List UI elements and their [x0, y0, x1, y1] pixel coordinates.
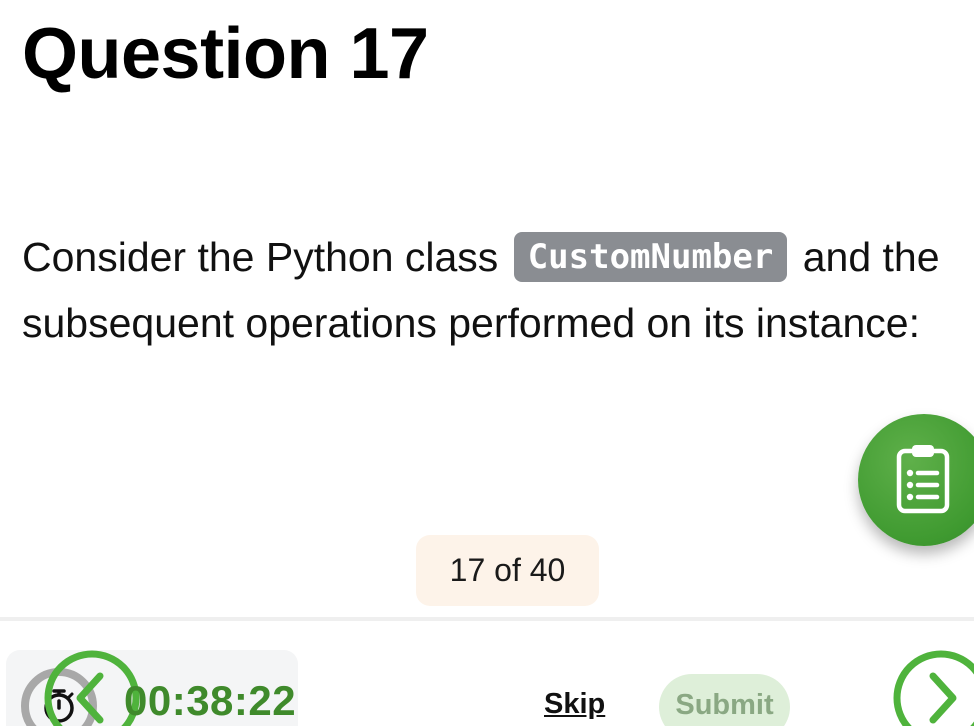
footer-divider — [0, 617, 974, 621]
quiz-page: Question 17 Consider the Python class Cu… — [0, 0, 974, 726]
question-list-button[interactable] — [858, 414, 974, 546]
question-progress-badge: 17 of 40 — [416, 535, 599, 606]
chevron-right-icon — [929, 672, 957, 724]
question-text: Consider the Python class CustomNumber a… — [22, 224, 952, 356]
clipboard-list-icon — [896, 445, 950, 514]
chevron-left-icon — [76, 672, 104, 724]
question-text-before: Consider the Python class — [22, 234, 510, 280]
next-question-button[interactable] — [893, 650, 974, 726]
code-snippet-inline: CustomNumber — [513, 232, 788, 282]
skip-button[interactable]: Skip — [544, 686, 605, 722]
question-title: Question 17 — [22, 14, 429, 94]
submit-button[interactable]: Submit — [659, 674, 790, 726]
timer-display: 00:38:22 — [124, 677, 297, 724]
